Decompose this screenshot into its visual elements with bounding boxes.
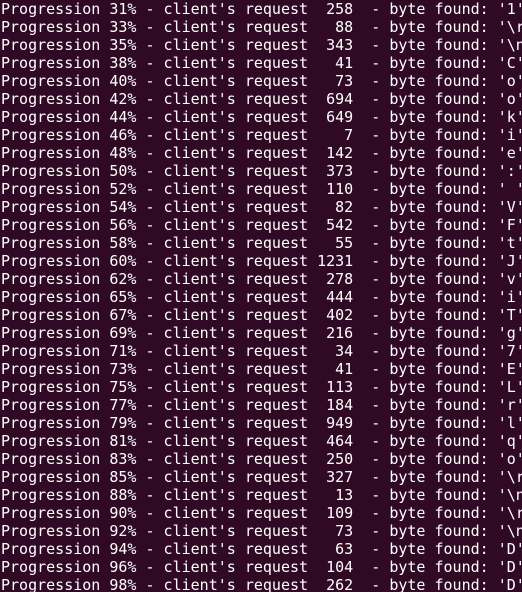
terminal-line: Progression 69% - client's request 216 -… <box>1 324 522 342</box>
terminal-line: Progression 88% - client's request 13 - … <box>1 486 522 504</box>
terminal-line: Progression 56% - client's request 542 -… <box>1 216 522 234</box>
terminal-line: Progression 54% - client's request 82 - … <box>1 198 522 216</box>
terminal-line: Progression 71% - client's request 34 - … <box>1 342 522 360</box>
terminal-line: Progression 81% - client's request 464 -… <box>1 432 522 450</box>
terminal-line: Progression 83% - client's request 250 -… <box>1 450 522 468</box>
terminal-output[interactable]: Progression 31% - client's request 258 -… <box>0 0 522 592</box>
terminal-line: Progression 48% - client's request 142 -… <box>1 144 522 162</box>
terminal-line: Progression 90% - client's request 109 -… <box>1 504 522 522</box>
terminal-line: Progression 98% - client's request 262 -… <box>1 576 522 592</box>
terminal-line: Progression 62% - client's request 278 -… <box>1 270 522 288</box>
terminal-line: Progression 73% - client's request 41 - … <box>1 360 522 378</box>
terminal-line: Progression 44% - client's request 649 -… <box>1 108 522 126</box>
terminal-line: Progression 77% - client's request 184 -… <box>1 396 522 414</box>
terminal-line: Progression 42% - client's request 694 -… <box>1 90 522 108</box>
terminal-line: Progression 46% - client's request 7 - b… <box>1 126 522 144</box>
terminal-line: Progression 50% - client's request 373 -… <box>1 162 522 180</box>
terminal-line: Progression 94% - client's request 63 - … <box>1 540 522 558</box>
terminal-line: Progression 96% - client's request 104 -… <box>1 558 522 576</box>
terminal-line: Progression 35% - client's request 343 -… <box>1 36 522 54</box>
terminal-line: Progression 85% - client's request 327 -… <box>1 468 522 486</box>
terminal-line: Progression 40% - client's request 73 - … <box>1 72 522 90</box>
terminal-line: Progression 58% - client's request 55 - … <box>1 234 522 252</box>
terminal-line: Progression 67% - client's request 402 -… <box>1 306 522 324</box>
terminal-line: Progression 79% - client's request 949 -… <box>1 414 522 432</box>
terminal-line: Progression 75% - client's request 113 -… <box>1 378 522 396</box>
terminal-line: Progression 31% - client's request 258 -… <box>1 0 522 18</box>
terminal-line: Progression 52% - client's request 110 -… <box>1 180 522 198</box>
terminal-line: Progression 33% - client's request 88 - … <box>1 18 522 36</box>
terminal-line: Progression 92% - client's request 73 - … <box>1 522 522 540</box>
terminal-line: Progression 60% - client's request 1231 … <box>1 252 522 270</box>
terminal-line: Progression 65% - client's request 444 -… <box>1 288 522 306</box>
terminal-line: Progression 38% - client's request 41 - … <box>1 54 522 72</box>
